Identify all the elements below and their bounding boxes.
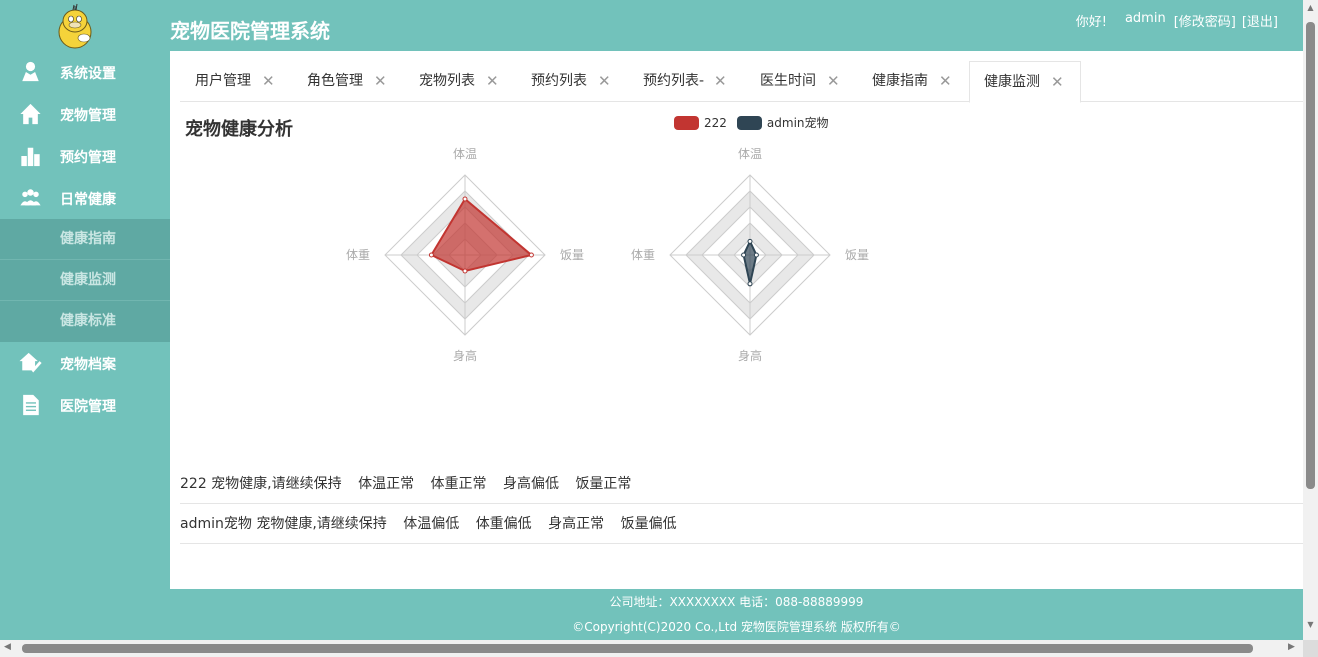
sidebar-item-system-settings[interactable]: 系统设置	[0, 51, 170, 93]
radar-point-weight	[428, 252, 434, 258]
radar-point-temp	[462, 196, 468, 202]
sidebar-item-daily-health[interactable]: 日常健康	[0, 177, 170, 219]
home-icon	[20, 103, 41, 125]
status-row-222: 222 宠物健康,请继续保持 体温正常 体重正常 身高偏低 饭量正常	[180, 464, 1303, 504]
status-pet: 222 宠物健康,请继续保持	[180, 476, 342, 492]
radar-indicator-weight: 体重	[631, 248, 655, 262]
app-title: 宠物医院管理系统	[170, 19, 330, 43]
sidebar-menu: 系统设置 宠物管理 预约管理 日常健康 健康指南 健康监测 健康标准 宠物档案 …	[0, 51, 170, 426]
user-icon	[22, 61, 39, 82]
greeting-text: 你好!	[1075, 15, 1107, 30]
document-icon	[23, 394, 39, 416]
sidebar-item-label: 宠物档案	[60, 357, 116, 373]
footer: 公司地址：XXXXXXXX 电话：088-88889999 ©Copyright…	[170, 589, 1303, 640]
user-bar: 你好! admin [修改密码] [退出]	[1076, 11, 1278, 30]
scroll-up-icon[interactable]: ▲	[1303, 3, 1318, 12]
status-temp: 体温正常	[358, 476, 415, 492]
status-height: 身高偏低	[502, 476, 559, 492]
footer-copyright: ©Copyright(C)2020 Co.,Ltd 宠物医院管理系统 版权所有©	[572, 620, 901, 634]
radar-indicator-weight: 体重	[346, 248, 370, 262]
radar-indicator-temp: 体温	[738, 147, 762, 161]
sidebar-subitem-health-guide[interactable]: 健康指南	[0, 219, 170, 260]
scroll-right-icon[interactable]: ▶	[1288, 642, 1295, 652]
house-check-icon	[19, 352, 42, 373]
group-icon	[20, 189, 41, 206]
sidebar-item-hospital-management[interactable]: 医院管理	[0, 384, 170, 426]
horizontal-scroll-thumb[interactable]	[22, 644, 1253, 653]
status-food: 饭量偏低	[620, 516, 677, 532]
horizontal-scrollbar[interactable]: ◀ ▶	[0, 640, 1303, 657]
top-header: 宠物医院管理系统 你好! admin [修改密码] [退出]	[170, 0, 1303, 51]
radar-indicator-height: 身高	[453, 348, 477, 363]
radar-indicator-food: 饭量	[845, 248, 869, 262]
vertical-scrollbar[interactable]: ▲ ▼	[1303, 0, 1318, 640]
main-content: 用户管理 ✕ 角色管理 ✕ 宠物列表 ✕ 预约列表 ✕ 预约列表- ✕ 医生时间…	[170, 51, 1303, 589]
radar-point-weight	[741, 252, 747, 258]
radar-point-height	[462, 268, 468, 274]
radar-point-food	[753, 252, 759, 258]
bar-chart-icon	[21, 147, 40, 167]
daily-health-submenu: 健康指南 健康监测 健康标准	[0, 219, 170, 342]
status-temp: 体温偏低	[403, 516, 460, 532]
sidebar-item-label: 医院管理	[60, 399, 116, 415]
radar-point-temp	[747, 238, 753, 244]
sidebar-subitem-health-standard[interactable]: 健康标准	[0, 301, 170, 342]
radar-charts: 体温饭量身高 体重 体温饭量身高 体重	[346, 147, 869, 363]
sidebar-item-pet-records[interactable]: 宠物档案	[0, 342, 170, 384]
radar-indicator-food: 饭量	[560, 248, 584, 262]
sidebar-item-pet-management[interactable]: 宠物管理	[0, 93, 170, 135]
sidebar-item-label: 系统设置	[60, 66, 116, 82]
radar-point-food	[528, 252, 534, 258]
sidebar: 系统设置 宠物管理 预约管理 日常健康 健康指南 健康监测 健康标准 宠物档案 …	[0, 0, 170, 640]
sidebar-item-appointment-management[interactable]: 预约管理	[0, 135, 170, 177]
sidebar-subitem-health-monitoring[interactable]: 健康监测	[0, 260, 170, 301]
status-weight: 体重偏低	[475, 516, 532, 532]
change-password-link[interactable]: [修改密码]	[1174, 11, 1236, 30]
footer-address: 公司地址：XXXXXXXX 电话：088-88889999	[609, 595, 864, 609]
status-row-admin-pet: admin宠物 宠物健康,请继续保持 体温偏低 体重偏低 身高正常 饭量偏低	[180, 504, 1303, 544]
psyduck-logo	[58, 3, 92, 49]
scroll-left-icon[interactable]: ◀	[4, 642, 11, 652]
radar-point-height	[747, 281, 753, 287]
status-food: 饭量正常	[575, 476, 632, 492]
scrollbar-corner	[1303, 640, 1318, 657]
logout-link[interactable]: [退出]	[1242, 11, 1278, 30]
scroll-down-icon[interactable]: ▼	[1303, 620, 1318, 629]
vertical-scroll-thumb[interactable]	[1306, 22, 1315, 489]
sidebar-item-label: 宠物管理	[60, 108, 116, 124]
app-window: 系统设置 宠物管理 预约管理 日常健康 健康指南 健康监测 健康标准 宠物档案 …	[0, 0, 1318, 657]
radar-indicator-height: 身高	[738, 348, 762, 363]
radar-indicator-temp: 体温	[453, 147, 477, 161]
status-pet: admin宠物 宠物健康,请继续保持	[180, 516, 387, 532]
status-height: 身高正常	[548, 516, 605, 532]
sidebar-item-label: 预约管理	[60, 150, 116, 166]
sidebar-item-label: 日常健康	[60, 192, 116, 208]
status-weight: 体重正常	[430, 476, 487, 492]
username-text: admin	[1124, 11, 1166, 26]
